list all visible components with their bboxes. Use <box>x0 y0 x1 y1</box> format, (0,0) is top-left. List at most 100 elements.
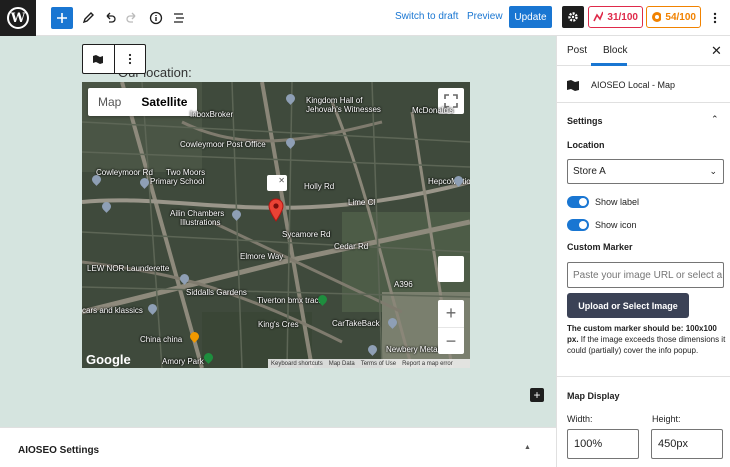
update-button[interactable]: Update <box>509 6 552 28</box>
map-label: Kingdom Hall of <box>306 96 363 105</box>
map-label: Newbery Metals <box>386 345 444 354</box>
more-vertical-icon <box>128 53 132 65</box>
marker-help-detail: If the image exceeds those dimensions it… <box>567 335 726 355</box>
show-icon-toggle[interactable] <box>567 219 589 231</box>
google-map[interactable]: Map Satellite Kingdom Hall of Jehovah's … <box>82 82 470 368</box>
show-label-text: Show label <box>595 197 640 207</box>
truseo-score-badge[interactable]: 31/100 <box>588 6 643 28</box>
map-data-link[interactable]: Map Data <box>329 361 355 367</box>
location-value: Store A <box>573 166 606 177</box>
show-icon-toggle-row: Show icon <box>567 218 637 232</box>
sidebar-tabs: Post Block ✕ <box>557 36 730 66</box>
block-name: AIOSEO Local - Map <box>591 80 676 90</box>
report-map-error-link[interactable]: Report a map error <box>402 361 453 367</box>
map-label: cars and klassics <box>82 306 143 315</box>
map-label: CarTakeBack <box>332 319 380 328</box>
switch-to-draft-button[interactable]: Switch to draft <box>395 11 458 22</box>
keyboard-shortcuts-link[interactable]: Keyboard shortcuts <box>271 361 323 367</box>
map-label: McDonald's <box>412 106 454 115</box>
height-label: Height: <box>652 414 681 424</box>
add-block-button[interactable] <box>51 7 73 29</box>
zoom-out-button[interactable]: − <box>438 327 464 354</box>
headline-score-badge[interactable]: 54/100 <box>646 6 701 28</box>
map-type-satellite[interactable]: Satellite <box>131 88 197 116</box>
aioseo-settings-panel[interactable]: AIOSEO Settings ▲ <box>0 427 556 467</box>
map-label: Cowleymoor Post Office <box>180 140 266 149</box>
road-label: Cedar Rd <box>334 242 369 251</box>
marker-url-input[interactable]: Paste your image URL or select a new ima… <box>567 262 724 288</box>
close-sidebar-button[interactable]: ✕ <box>711 43 722 59</box>
map-icon <box>93 55 104 64</box>
editor-canvas: Our location: Map Satellite Kingdom Hall… <box>0 36 556 427</box>
pencil-icon <box>82 12 94 24</box>
divider <box>557 376 730 377</box>
preview-button[interactable]: Preview <box>467 11 503 22</box>
block-options-button[interactable] <box>113 45 145 73</box>
undo-button[interactable] <box>99 7 121 29</box>
road-label: Sycamore Rd <box>282 230 331 239</box>
tab-block[interactable]: Block <box>603 45 627 56</box>
map-display-title: Map Display <box>567 391 620 401</box>
block-toolbar <box>82 44 146 74</box>
top-toolbar: W Switch to draft Preview Update 31/100 … <box>0 0 730 36</box>
road-label: King's Cres <box>258 320 299 329</box>
zoom-in-button[interactable]: + <box>438 300 464 327</box>
headline-analyzer-icon <box>652 12 662 22</box>
block-card: AIOSEO Local - Map <box>557 67 730 103</box>
map-label: HepcoMotion <box>428 177 470 186</box>
marker-help-text: The custom marker should be: 100x100 px.… <box>567 323 727 356</box>
list-view-button[interactable] <box>168 7 190 29</box>
info-popup[interactable]: ✕ <box>267 175 287 191</box>
map-label: Tiverton bmx track <box>257 296 323 305</box>
caret-up-icon[interactable]: ▲ <box>524 444 531 451</box>
close-icon[interactable]: ✕ <box>278 176 285 185</box>
map-label: LEW NOR Launderette <box>87 264 170 273</box>
height-input[interactable]: 450px <box>651 429 723 459</box>
map-label: Illustrations <box>180 218 221 227</box>
settings-sidebar: Post Block ✕ AIOSEO Local - Map Settings… <box>556 36 730 467</box>
map-label: Amory Park <box>162 357 204 366</box>
map-label: Ailin Chambers <box>170 209 225 218</box>
truseo-score: 31/100 <box>607 11 638 23</box>
map-marker-icon[interactable] <box>268 198 284 222</box>
map-label: InboxBroker <box>190 110 234 119</box>
list-view-icon <box>174 13 184 23</box>
width-input[interactable]: 100% <box>567 429 639 459</box>
settings-section-title[interactable]: Settings <box>567 116 603 126</box>
show-icon-text: Show icon <box>595 220 637 230</box>
show-label-toggle-row: Show label <box>567 195 639 209</box>
road-label: Elmore Way <box>240 252 284 261</box>
redo-icon <box>126 12 136 23</box>
map-type-map[interactable]: Map <box>88 88 131 116</box>
block-type-button[interactable] <box>83 45 114 73</box>
headline-score: 54/100 <box>665 11 696 23</box>
terms-of-use-link[interactable]: Terms of Use <box>361 361 396 367</box>
pegman-control[interactable] <box>438 256 464 282</box>
details-button[interactable] <box>145 7 167 29</box>
gear-icon <box>568 12 578 22</box>
map-label: Two Moors <box>166 168 206 177</box>
more-vertical-icon <box>713 12 717 24</box>
active-tab-indicator <box>591 63 627 66</box>
settings-button[interactable] <box>562 6 584 28</box>
redo-button[interactable] <box>121 7 143 29</box>
upload-image-button[interactable]: Upload or Select Image <box>567 293 689 318</box>
map-footer: Keyboard shortcuts Map Data Terms of Use… <box>268 359 470 368</box>
location-select[interactable]: Store A ⌄ <box>567 159 724 184</box>
map-icon <box>567 80 579 91</box>
info-icon <box>149 11 163 25</box>
aioseo-logo-icon <box>593 11 604 22</box>
edit-tool-button[interactable] <box>77 7 99 29</box>
road-label: Siddalls Gardens <box>186 288 247 297</box>
location-label: Location <box>567 140 605 150</box>
show-label-toggle[interactable] <box>567 196 589 208</box>
chevron-up-icon[interactable]: ⌃ <box>711 114 719 125</box>
options-menu-button[interactable] <box>704 7 726 29</box>
google-logo: Google <box>86 352 131 367</box>
road-label: A396 <box>394 280 413 289</box>
block-inserter-button[interactable]: + <box>530 388 544 402</box>
map-type-control: Map Satellite <box>88 88 198 116</box>
tab-post[interactable]: Post <box>567 45 587 56</box>
map-label: China china <box>140 335 183 344</box>
wordpress-logo-icon[interactable]: W <box>0 0 36 36</box>
